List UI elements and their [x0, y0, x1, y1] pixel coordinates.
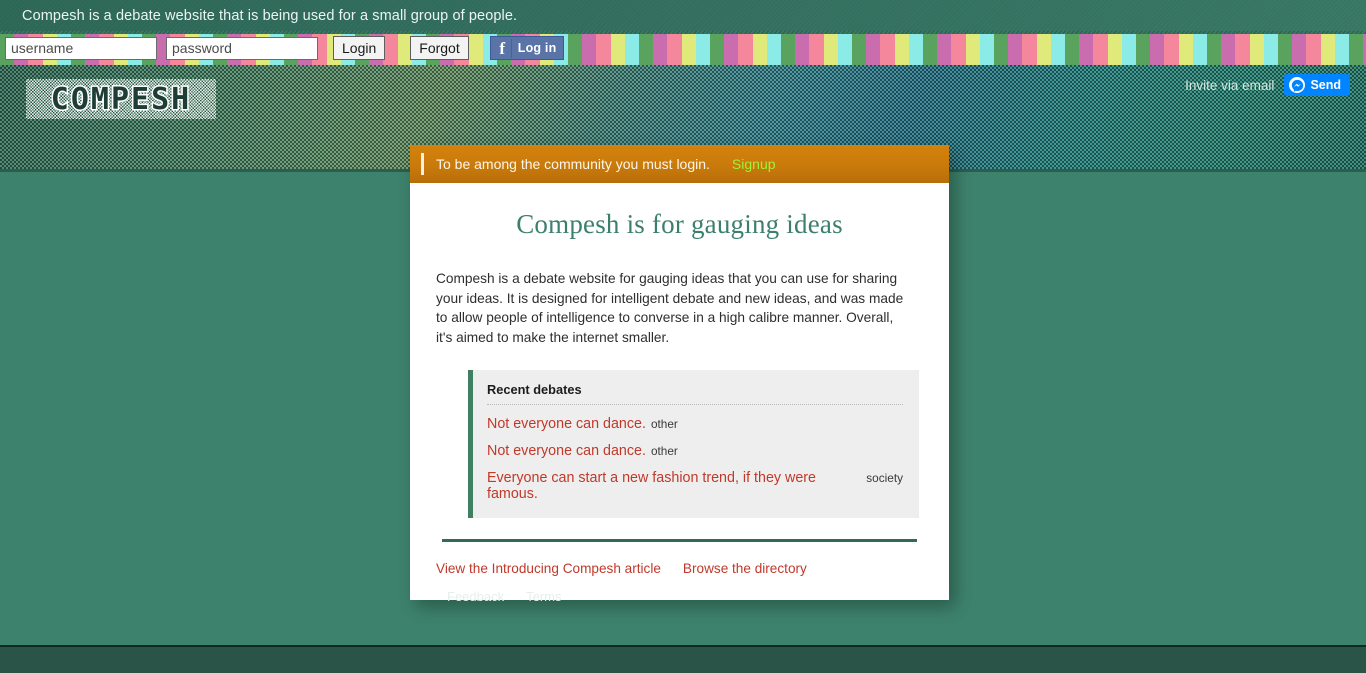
login-notice-banner: To be among the community you must login…	[410, 145, 949, 183]
recent-debates-box: Recent debates Not everyone can dance. o…	[468, 370, 919, 518]
password-input[interactable]	[166, 36, 318, 60]
list-item[interactable]: Not everyone can dance. other	[487, 443, 903, 459]
facebook-login-button[interactable]: f Log in	[489, 36, 565, 60]
list-item[interactable]: Everyone can start a new fashion trend, …	[487, 470, 903, 502]
debate-category: other	[650, 417, 678, 431]
card-divider	[442, 539, 917, 542]
debate-title[interactable]: Not everyone can dance.	[487, 416, 646, 432]
login-form: Login Forgot f Log in	[3, 36, 565, 60]
debate-title[interactable]: Everyone can start a new fashion trend, …	[487, 470, 861, 502]
page-root: Compesh is a debate website that is bein…	[0, 0, 1366, 673]
card-body: Compesh is for gauging ideas Compesh is …	[410, 183, 949, 600]
footer-link-feedback[interactable]: Feedback	[447, 589, 504, 604]
debate-title[interactable]: Not everyone can dance.	[487, 443, 646, 459]
site-logo-text: COMPESH	[49, 80, 192, 118]
messenger-send-label: Send	[1310, 78, 1341, 92]
main-card: To be among the community you must login…	[410, 145, 949, 600]
login-button[interactable]: Login	[333, 36, 386, 60]
site-tagline: Compesh is a debate website that is bein…	[22, 7, 518, 24]
messenger-send-button[interactable]: Send	[1284, 74, 1350, 96]
username-input[interactable]	[5, 36, 157, 60]
footer-link-terms[interactable]: Terms	[526, 589, 561, 604]
browse-directory-link[interactable]: Browse the directory	[683, 561, 807, 576]
list-item[interactable]: Not everyone can dance. other	[487, 416, 903, 432]
signup-link[interactable]: Signup	[732, 156, 776, 172]
site-logo[interactable]: COMPESH	[26, 79, 216, 119]
footer-bar	[0, 645, 1366, 673]
introducing-compesh-article-link[interactable]: View the Introducing Compesh article	[436, 561, 661, 576]
facebook-f-icon: f	[493, 38, 512, 58]
debate-category: other	[650, 444, 678, 458]
card-links: View the Introducing Compesh article Bro…	[418, 561, 949, 576]
debate-category: society	[866, 471, 903, 485]
facebook-login-label: Log in	[517, 41, 557, 55]
recent-debates-title: Recent debates	[487, 382, 903, 405]
tagline-bar: Compesh is a debate website that is bein…	[0, 0, 1366, 31]
page-title: Compesh is for gauging ideas	[516, 209, 843, 239]
invite-area: Invite via email Send	[1185, 74, 1350, 96]
intro-paragraph: Compesh is a debate website for gauging …	[436, 271, 904, 345]
footer-links: Feedback Terms	[447, 589, 561, 604]
login-strip: Login Forgot f Log in	[0, 31, 1366, 65]
login-notice-text: To be among the community you must login…	[436, 156, 710, 172]
messenger-icon	[1289, 77, 1306, 93]
forgot-password-button[interactable]: Forgot	[410, 36, 469, 60]
invite-via-email-link[interactable]: Invite via email	[1185, 78, 1274, 93]
